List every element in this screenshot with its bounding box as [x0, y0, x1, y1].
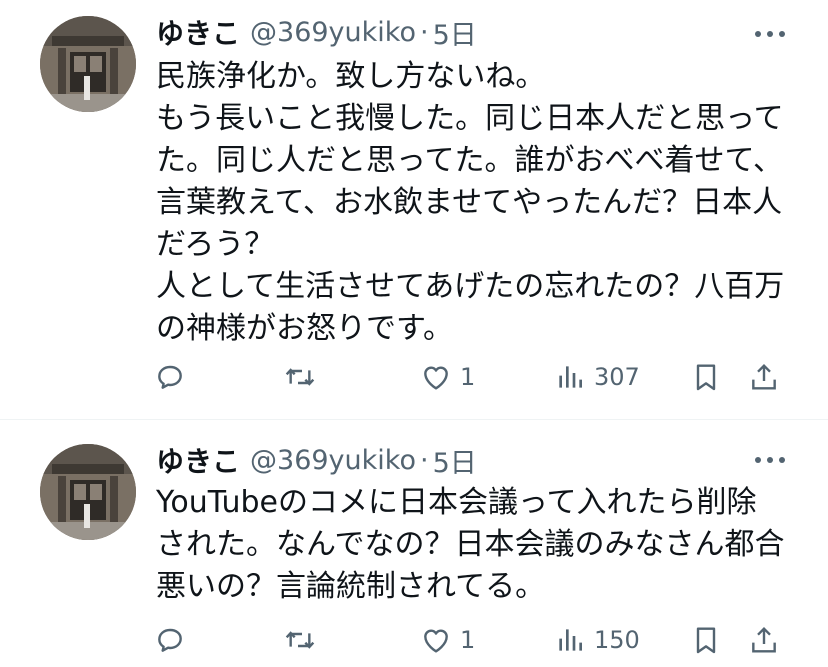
tweet-text-line: だろう？ [156, 227, 275, 262]
tweet[interactable]: ゆきこ @369yukiko · 5日 民族浄化か。致し方ないね。 もう長いこと… [0, 0, 828, 420]
tweet-text-line: 悪いの？言論統制されてる。 [156, 569, 546, 604]
bookmark-icon [696, 627, 716, 654]
share-icon [752, 363, 776, 390]
timestamp[interactable]: 5日 [433, 441, 477, 480]
tweet-text-line: 民族浄化か。致し方ないね。 [156, 59, 546, 94]
share-icon [752, 626, 776, 653]
share-button[interactable] [748, 620, 780, 660]
tweet-header: ゆきこ @369yukiko · 5日 [156, 440, 477, 480]
display-name[interactable]: ゆきこ [156, 12, 240, 52]
bookmark-button[interactable] [690, 620, 722, 660]
tweet-actions: 1 307 [150, 357, 790, 397]
user-handle[interactable]: @369yukiko [250, 445, 416, 476]
tweet-text: 民族浄化か。致し方ないね。 もう長いこと我慢した。同じ日本人だと思って た。同じ… [156, 56, 796, 350]
views-count: 150 [594, 626, 640, 654]
views-button[interactable]: 307 [554, 357, 640, 397]
like-count: 1 [460, 626, 476, 654]
avatar[interactable] [40, 444, 136, 540]
tweet-header: ゆきこ @369yukiko · 5日 [156, 12, 477, 52]
reply-button[interactable] [154, 620, 186, 660]
more-icon[interactable] [752, 450, 788, 470]
retweet-icon [285, 631, 315, 649]
bookmark-icon [696, 364, 716, 391]
tweet-text: YouTubeのコメに日本会議って入れたら削除 された。なんでなの？日本会議のみ… [156, 482, 796, 608]
tweet-text-line: 言葉教えて、お水飲ませてやったんだ？日本人 [156, 185, 783, 220]
tweet-text-line: YouTubeのコメに日本会議って入れたら削除 [156, 485, 757, 520]
separator: · [419, 16, 429, 48]
tweet-actions: 1 150 [150, 620, 790, 660]
reply-button[interactable] [154, 357, 186, 397]
user-handle[interactable]: @369yukiko [250, 17, 416, 48]
timestamp[interactable]: 5日 [433, 13, 477, 52]
views-count: 307 [594, 363, 640, 391]
views-icon [559, 629, 582, 651]
views-button[interactable]: 150 [554, 620, 640, 660]
like-button[interactable]: 1 [420, 620, 475, 660]
tweet-text-line: た。同じ人だと思ってた。誰がおべべ着せて、 [156, 143, 783, 178]
tweet[interactable]: ゆきこ @369yukiko · 5日 YouTubeのコメに日本会議って入れた… [0, 420, 828, 667]
heart-icon [424, 629, 448, 653]
reply-icon [158, 365, 182, 389]
retweet-icon [285, 368, 315, 386]
heart-icon [424, 366, 448, 390]
share-button[interactable] [748, 357, 780, 397]
views-icon [559, 366, 582, 388]
tweet-text-line: もう長いこと我慢した。同じ日本人だと思って [156, 101, 784, 136]
tweet-text-line: の神様がお怒りです。 [156, 311, 453, 346]
like-button[interactable]: 1 [420, 357, 475, 397]
tweet-text-line: された。なんでなの？日本会議のみなさん都合 [156, 527, 785, 562]
reply-icon [158, 628, 182, 652]
separator: · [419, 444, 429, 476]
bookmark-button[interactable] [690, 357, 722, 397]
retweet-button[interactable] [284, 357, 316, 397]
retweet-button[interactable] [284, 620, 316, 660]
like-count: 1 [460, 363, 476, 391]
tweet-text-line: 人として生活させてあげたの忘れたの？八百万 [156, 269, 785, 304]
avatar[interactable] [40, 16, 136, 112]
more-icon[interactable] [752, 24, 788, 44]
display-name[interactable]: ゆきこ [156, 440, 240, 480]
